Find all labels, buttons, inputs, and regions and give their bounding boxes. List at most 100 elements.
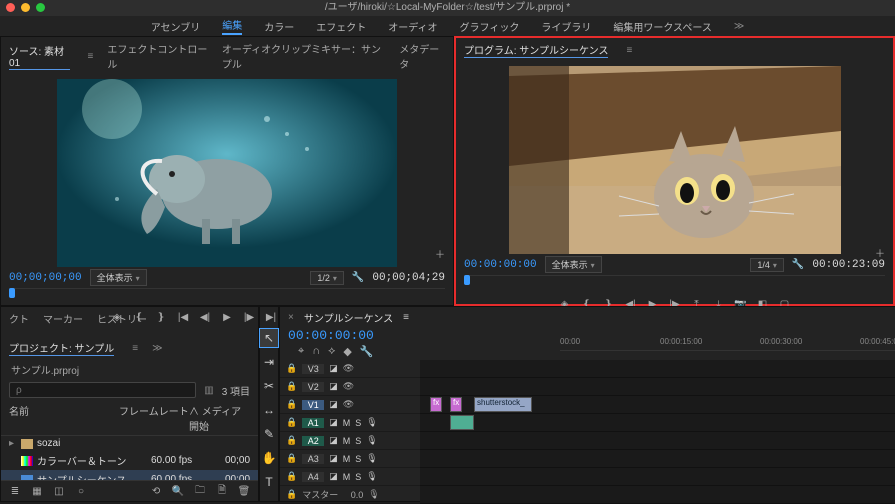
workspace-effects[interactable]: エフェクト [316,19,366,34]
filter-bin-icon[interactable]: ▥ [204,385,213,396]
project-row-bin[interactable]: ▸ sozai [1,436,258,451]
solo-icon[interactable]: S [355,454,361,464]
project-row-sequence[interactable]: サンプルシーケンス 60.00 fps 00;00 [1,470,258,480]
voice-icon[interactable]: 🎙 [366,471,377,482]
clip-video-shutterstock[interactable]: shutterstock_ [474,397,532,412]
new-item-icon[interactable]: 🗎 [214,484,230,498]
play-icon[interactable]: ▶ [219,310,235,324]
slider-icon[interactable]: ○ [73,484,89,498]
source-time-ruler[interactable] [9,288,445,306]
voice-icon[interactable]: 🎙 [368,489,379,500]
target-icon[interactable]: ◪ [329,363,338,374]
clip-audio-1[interactable] [450,415,474,430]
new-bin-icon[interactable]: 🗀 [192,484,208,498]
workspace-custom[interactable]: 編集用ワークスペース [613,19,712,34]
program-zoom-dropdown[interactable]: 1/4▾ [750,258,784,272]
project-search-input[interactable] [9,382,196,398]
auto-match-icon[interactable]: ⟲ [148,484,164,498]
source-tc-in[interactable]: 00;00;00;00 [9,272,82,284]
selection-tool-icon[interactable]: ↖ [260,329,278,347]
zoom-icon[interactable] [36,3,45,12]
icon-view-icon[interactable]: ▦ [29,484,45,498]
window-controls[interactable] [6,3,45,12]
lock-icon[interactable]: 🔒 [286,363,297,374]
timeline-sequence-tab[interactable]: サンプルシーケンス [304,310,393,325]
markers-icon[interactable]: ◆ [343,345,351,358]
tab-program[interactable]: プログラム: サンプルシーケンス [464,42,608,58]
mark-out-icon[interactable]: ❵ [153,310,169,324]
workspace-audio[interactable]: オーディオ [388,19,437,34]
tab-effect-controls[interactable]: エフェクトコントロール [107,41,208,71]
target-icon[interactable]: ◪ [329,417,338,428]
source-fit-dropdown[interactable]: 全体表示▾ [90,269,147,286]
source-monitor[interactable] [57,79,397,267]
mute-icon[interactable]: M [343,472,351,482]
close-icon[interactable] [6,3,15,12]
go-out-icon[interactable]: ▶| [263,310,279,324]
panel-menu-icon[interactable]: ≡ [403,312,409,323]
eye-icon[interactable]: 👁 [343,381,354,392]
workspace-edit[interactable]: 編集 [222,17,242,35]
mute-icon[interactable]: M [343,418,351,428]
mute-icon[interactable]: M [343,454,351,464]
mute-icon[interactable]: M [343,436,351,446]
button-editor-icon[interactable]: ＋ [435,246,445,261]
program-monitor[interactable] [509,66,841,254]
workspace-overflow-icon[interactable]: ≫ [734,21,744,32]
target-icon[interactable]: ◪ [329,453,338,464]
track-v3[interactable]: V3 [302,364,324,374]
ripple-tool-icon[interactable]: ✂ [260,377,278,395]
workspace-graphics[interactable]: グラフィック [460,19,520,34]
go-in-icon[interactable]: |◀ [175,310,191,324]
minimize-icon[interactable] [21,3,30,12]
panel-menu-icon[interactable]: ≡ [88,51,94,62]
timeline-playhead-tc[interactable]: 00:00:00:00 [288,328,412,343]
step-fwd-icon[interactable]: |▶ [241,310,257,324]
wrench-icon[interactable]: 🔧 [352,272,364,283]
target-icon[interactable]: ◪ [329,381,338,392]
mark-in-icon[interactable]: ❴ [131,310,147,324]
type-tool-icon[interactable]: T [260,473,278,491]
panel-menu-icon[interactable]: ≡ [626,45,632,56]
project-columns-header[interactable]: 名前 フレームレート ∧ メディア開始 [1,401,258,436]
track-select-tool-icon[interactable]: ⇥ [260,353,278,371]
voice-icon[interactable]: 🎙 [366,435,377,446]
program-tc-in[interactable]: 00:00:00:00 [464,259,537,271]
voice-icon[interactable]: 🎙 [366,453,377,464]
solo-icon[interactable]: S [355,418,361,428]
project-list[interactable]: ▸ sozai カラーバー＆トーン 60.00 fps 00;00 サンプルシー… [1,436,258,480]
settings-icon[interactable]: 🔧 [360,345,374,358]
track-a3[interactable]: A3 [302,454,324,464]
source-playhead[interactable] [9,288,15,298]
solo-icon[interactable]: S [355,436,361,446]
solo-icon[interactable]: S [355,472,361,482]
lock-icon[interactable]: 🔒 [286,399,297,410]
lock-icon[interactable]: 🔒 [286,489,297,500]
lock-icon[interactable]: 🔒 [286,417,297,428]
timeline-content[interactable]: fx fx shutterstock_ [420,360,895,504]
clip-fx-1[interactable]: fx [430,397,442,412]
program-playhead[interactable] [464,275,470,285]
wrench-icon[interactable]: 🔧 [792,259,804,270]
slip-tool-icon[interactable]: ↔ [260,401,278,419]
workspace-library[interactable]: ライブラリ [541,19,591,34]
delete-icon[interactable]: 🗑 [236,484,252,498]
button-editor-icon[interactable]: ＋ [875,245,885,260]
magnet-icon[interactable]: ∩ [312,345,320,358]
track-v1[interactable]: V1 [302,400,324,410]
tab-source[interactable]: ソース: 素材01 [9,43,70,70]
eye-icon[interactable]: 👁 [343,399,354,410]
pen-tool-icon[interactable]: ✎ [260,425,278,443]
track-v2[interactable]: V2 [302,382,324,392]
track-a1[interactable]: A1 [302,418,324,428]
lock-icon[interactable]: 🔒 [286,471,297,482]
step-back-icon[interactable]: ◀| [197,310,213,324]
timeline-ruler[interactable]: 00:0000:00:15:0000:00:30:0000:00:45:0000… [560,337,895,351]
lock-icon[interactable]: 🔒 [286,453,297,464]
master-value[interactable]: 0.0 [351,490,364,500]
project-row-colorbars[interactable]: カラーバー＆トーン 60.00 fps 00;00 [1,451,258,470]
clip-fx-2[interactable]: fx [450,397,462,412]
target-icon[interactable]: ◪ [329,471,338,482]
panel-menu-icon[interactable]: ≡ [132,343,138,354]
hand-tool-icon[interactable]: ✋ [260,449,278,467]
